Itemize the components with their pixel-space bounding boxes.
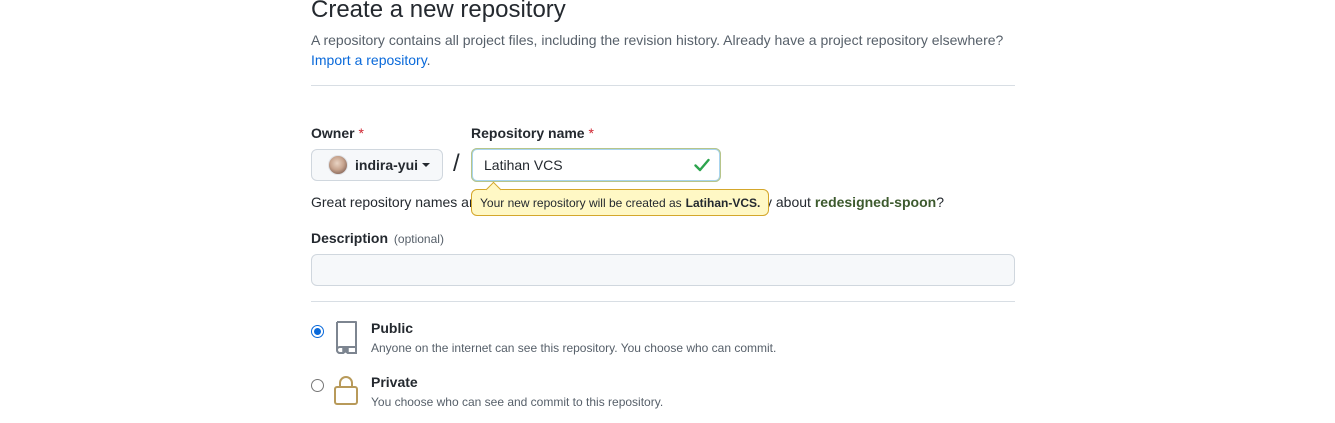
repository-required-mark: * [588,125,594,141]
repository-name-value: Latihan VCS [484,157,563,173]
repository-suggestion: y about redesigned-spoon? [765,194,944,210]
import-repository-link[interactable]: Import a repository [311,52,427,68]
import-suffix: . [426,52,431,68]
description-label: Description (optional) [311,230,444,246]
header-divider [311,85,1015,86]
private-title: Private [371,374,418,390]
owner-label-text: Owner [311,125,355,141]
description-divider [311,301,1015,302]
owner-name: indira-yui [355,157,419,173]
private-radio[interactable] [311,379,324,392]
owner-label: Owner * [311,125,364,141]
description-label-text: Description [311,230,389,246]
repository-name-input[interactable]: Latihan VCS [471,148,721,182]
public-description: Anyone on the internet can see this repo… [371,341,777,355]
lock-icon [334,376,358,405]
check-icon [694,158,710,172]
repository-name-label-text: Repository name [471,125,585,141]
new-repository-page: Create a new repository A repository con… [0,0,1335,423]
repository-name-hint: Great repository names ar [311,194,474,210]
public-title: Public [371,320,414,336]
private-description: You choose who can see and commit to thi… [371,395,664,409]
public-radio[interactable] [311,325,324,338]
suggestion-link[interactable]: redesigned-spoon [815,194,936,210]
import-line: Import a repository. [311,50,431,71]
tooltip-repo-name: Latihan-VCS. [685,195,761,210]
owner-required-mark: * [358,125,364,141]
page-subtitle: A repository contains all project files,… [311,32,1004,48]
chevron-down-icon [422,163,431,167]
avatar [328,155,348,175]
tooltip-prefix: Your new repository will be created as [480,195,682,210]
repository-name-tooltip: Your new repository will be created as L… [471,189,770,216]
owner-dropdown-button[interactable]: indira-yui [311,149,443,181]
owner-repo-separator: / [453,150,460,177]
repository-name-label: Repository name * [471,125,594,141]
repo-icon [336,321,357,354]
suggestion-suffix: ? [936,194,944,210]
description-input[interactable] [311,254,1015,286]
page-title: Create a new repository [311,0,566,23]
suggestion-prefix: y about [765,194,811,210]
description-optional: (optional) [393,232,444,246]
